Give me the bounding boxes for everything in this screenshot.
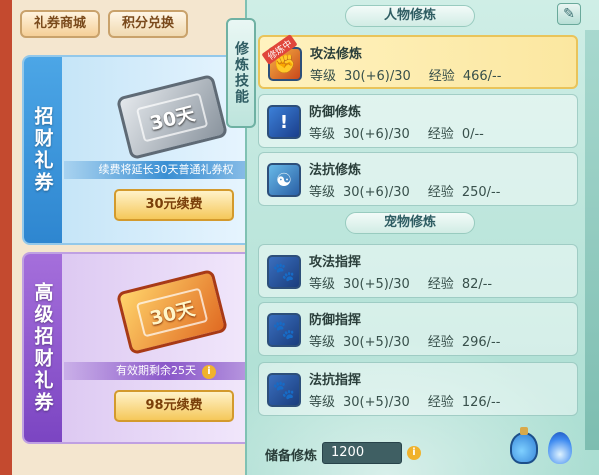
- yin-yang-shield-icon: ☯: [267, 163, 301, 197]
- xp-value: 296/--: [461, 335, 501, 350]
- xp-label: 经验: [427, 395, 454, 410]
- skill-name: 法抗修炼: [309, 163, 362, 178]
- tab-points-exchange[interactable]: 积分兑换: [108, 10, 189, 38]
- level-value: 30(+6)/30: [343, 185, 410, 200]
- level-value: 30(+5)/30: [343, 335, 410, 350]
- level-value: 30(+5)/30: [343, 395, 410, 410]
- xp-label: 经验: [427, 277, 454, 292]
- tab-cultivation-skills[interactable]: 修炼技能: [226, 18, 256, 128]
- silver-ticket-icon: 30天: [115, 73, 229, 161]
- skill-stats: 等级 30(+6)/30 经验 466/--: [310, 65, 501, 84]
- skill-name: 防御修炼: [309, 105, 362, 120]
- gold-ticket-icon: 30天: [115, 268, 229, 356]
- renew-30-button[interactable]: 30元续费: [114, 189, 234, 221]
- renew-98-button[interactable]: 98元续费: [114, 390, 234, 422]
- xp-label: 经验: [427, 335, 454, 350]
- skill-stats: 等级 30(+5)/30 经验 82/--: [309, 273, 492, 292]
- panel-edge: [585, 30, 599, 450]
- validity-text: 有效期剩余25天: [116, 364, 196, 377]
- skill-name: 法抗指挥: [309, 373, 362, 388]
- pet-cultivation-header: 宠物修炼: [345, 212, 475, 234]
- level-value: 30(+6)/30: [344, 69, 411, 84]
- coupon-card-premium: 高级招财礼券 30天 有效期剩余25天 i 98元续费: [22, 252, 270, 444]
- xp-value: 0/--: [461, 127, 484, 142]
- level-label: 等级: [309, 395, 336, 410]
- shield-icon: !: [267, 105, 301, 139]
- level-value: 30(+6)/30: [343, 127, 410, 142]
- shop-tabs: 礼券商城 积分兑换: [20, 10, 189, 38]
- level-label: 等级: [309, 335, 336, 350]
- info-icon[interactable]: i: [202, 365, 216, 379]
- level-label: 等级: [310, 69, 337, 84]
- skill-name: 攻法修炼: [310, 47, 363, 62]
- potion-icon[interactable]: [510, 427, 538, 464]
- xp-value: 82/--: [461, 277, 493, 292]
- xp-value: 250/--: [461, 185, 501, 200]
- coupon-card-label: 招财礼券: [24, 57, 62, 243]
- level-value: 30(+5)/30: [343, 277, 410, 292]
- skill-stats: 等级 30(+6)/30 经验 0/--: [309, 123, 484, 142]
- level-label: 等级: [309, 127, 336, 142]
- skill-row-pet-defense[interactable]: 🐾 防御指挥 等级 30(+5)/30 经验 296/--: [258, 302, 578, 356]
- skill-row-person-attack[interactable]: ✊ 修炼中 攻法修炼 等级 30(+6)/30 经验 466/--: [258, 34, 578, 89]
- level-label: 等级: [309, 185, 336, 200]
- xp-value: 126/--: [461, 395, 501, 410]
- skill-name: 攻法指挥: [309, 255, 362, 270]
- skill-row-pet-attack[interactable]: 🐾 攻法指挥 等级 30(+5)/30 经验 82/--: [258, 244, 578, 298]
- shop-frame-strip: [0, 0, 12, 475]
- skill-row-person-defense[interactable]: ! 防御修炼 等级 30(+6)/30 经验 0/--: [258, 94, 578, 148]
- blue-flame-icon[interactable]: [548, 432, 572, 464]
- paw-attack-icon: 🐾: [267, 255, 301, 289]
- edit-icon[interactable]: ✎: [557, 3, 581, 25]
- storage-value: 1200: [322, 442, 402, 464]
- skill-row-pet-resist[interactable]: 🐾 法抗指挥 等级 30(+5)/30 经验 126/--: [258, 362, 578, 416]
- person-cultivation-header: 人物修炼: [345, 5, 475, 27]
- coupon-card-note: 续费将延长30天普通礼券权: [64, 161, 268, 179]
- xp-value: 466/--: [462, 69, 502, 84]
- tab-coupon-mall[interactable]: 礼券商城: [20, 10, 101, 38]
- paw-magic-icon: 🐾: [267, 373, 301, 407]
- xp-label: 经验: [427, 127, 454, 142]
- skill-stats: 等级 30(+5)/30 经验 296/--: [309, 331, 500, 350]
- storage-label: 储备修炼: [265, 449, 318, 464]
- coupon-card-label: 高级招财礼券: [24, 254, 62, 442]
- info-icon[interactable]: i: [407, 446, 421, 460]
- level-label: 等级: [309, 277, 336, 292]
- skill-stats: 等级 30(+5)/30 经验 126/--: [309, 391, 500, 410]
- coupon-card-note: 有效期剩余25天 i: [64, 362, 268, 380]
- xp-label: 经验: [427, 185, 454, 200]
- xp-label: 经验: [428, 69, 455, 84]
- paw-shield-icon: 🐾: [267, 313, 301, 347]
- skill-name: 防御指挥: [309, 313, 362, 328]
- skill-row-person-resist[interactable]: ☯ 法抗修炼 等级 30(+6)/30 经验 250/--: [258, 152, 578, 206]
- skill-stats: 等级 30(+6)/30 经验 250/--: [309, 181, 500, 200]
